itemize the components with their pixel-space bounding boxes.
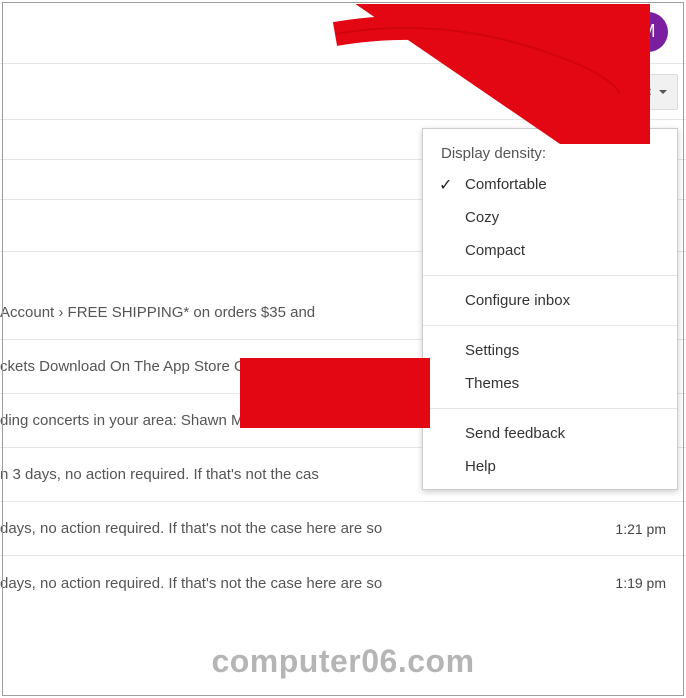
apps-grid-icon[interactable]	[511, 18, 538, 45]
settings-item[interactable]: Settings	[423, 334, 677, 367]
density-compact[interactable]: Compact	[423, 234, 677, 267]
send-feedback-item[interactable]: Send feedback	[423, 417, 677, 450]
settings-dropdown: Display density: Comfortable Cozy Compac…	[422, 128, 678, 490]
settings-gear-button[interactable]	[622, 74, 678, 110]
email-row[interactable]: days, no action required. If that's not …	[0, 502, 686, 556]
caret-down-icon	[659, 90, 667, 94]
email-time: 1:19 pm	[601, 575, 666, 591]
actions-toolbar	[0, 64, 686, 120]
gear-icon	[633, 82, 653, 102]
bell-icon	[573, 22, 593, 42]
configure-inbox[interactable]: Configure inbox	[423, 284, 677, 317]
themes-item[interactable]: Themes	[423, 367, 677, 400]
account-avatar[interactable]: M	[628, 12, 668, 52]
density-comfortable[interactable]: Comfortable	[423, 168, 677, 201]
email-snippet: days, no action required. If that's not …	[0, 575, 601, 592]
dropdown-section-title: Display density:	[423, 139, 677, 168]
watermark: computer06.com	[211, 643, 474, 680]
email-snippet: days, no action required. If that's not …	[0, 520, 601, 537]
global-header: M	[0, 0, 686, 64]
dropdown-divider	[423, 408, 677, 409]
avatar-initial: M	[641, 21, 656, 42]
dropdown-divider	[423, 275, 677, 276]
email-time: 1:21 pm	[601, 521, 666, 537]
email-row[interactable]: days, no action required. If that's not …	[0, 556, 686, 610]
notifications-button[interactable]	[564, 13, 602, 51]
density-cozy[interactable]: Cozy	[423, 201, 677, 234]
help-item[interactable]: Help	[423, 450, 677, 483]
dropdown-divider	[423, 325, 677, 326]
